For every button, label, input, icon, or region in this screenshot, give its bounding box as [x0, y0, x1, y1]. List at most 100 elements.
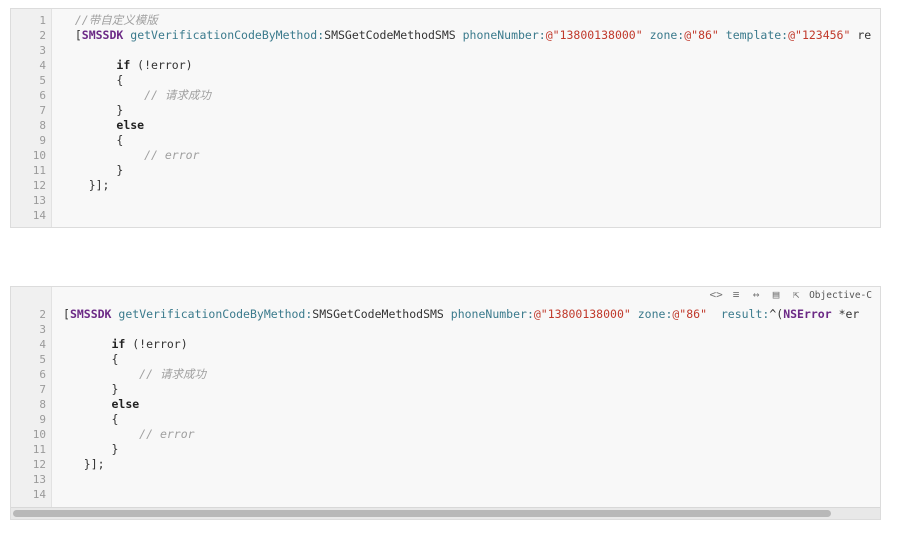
horizontal-scrollbar[interactable] — [11, 507, 880, 519]
code-token: else — [111, 397, 140, 411]
code-token: SMSGetCodeMethodSMS — [312, 307, 451, 321]
line-number: 8 — [39, 398, 46, 411]
code-token: ^( — [769, 307, 784, 321]
code-line: 12 }]; — [11, 178, 880, 193]
copy-icon[interactable]: ▤ — [769, 289, 783, 300]
code-token: }]; — [63, 457, 105, 471]
code-line: 14 — [11, 208, 880, 223]
code-token: re — [850, 28, 872, 42]
code-token: (!error) — [125, 337, 188, 351]
code-token: phoneNumber: — [450, 307, 534, 321]
line-source: } — [61, 103, 123, 118]
line-number: 3 — [39, 323, 46, 336]
code-token: (!error) — [130, 58, 193, 72]
scrollbar-thumb[interactable] — [13, 510, 831, 517]
code-token: @"123456" — [788, 28, 851, 42]
view-source-icon[interactable]: <> — [709, 289, 723, 300]
code-lines: 2 [SMSSDK getVerificationCodeByMethod:SMS… — [11, 307, 880, 502]
code-line: 14 — [11, 487, 880, 502]
code-line: 4 if (!error) — [11, 58, 880, 73]
line-number: 14 — [32, 209, 46, 222]
code-block-1: 1 //带自定义模版 2 [SMSSDK getVerificationCodeB… — [10, 8, 881, 228]
code-line: 3 — [11, 322, 880, 337]
line-source: else — [61, 118, 144, 133]
code-line: 7 } — [11, 103, 880, 118]
line-number: 10 — [32, 149, 46, 162]
line-source: } — [63, 382, 118, 397]
line-source: if (!error) — [63, 337, 188, 352]
code-token: result: — [720, 307, 770, 321]
code-token: if — [116, 58, 131, 72]
code-line: 11 } — [11, 442, 880, 457]
line-number: 5 — [39, 74, 46, 87]
code-token: getVerificationCodeByMethod: — [118, 307, 313, 321]
code-token: } — [61, 163, 124, 177]
code-token: *er — [831, 307, 860, 321]
line-number: 4 — [39, 59, 46, 72]
line-source: // error — [61, 148, 199, 163]
code-line: 5 { — [11, 352, 880, 367]
code-token: { — [63, 352, 119, 366]
code-token: [ — [63, 307, 70, 321]
code-line: 6 // 请求成功 — [11, 88, 880, 103]
wrap-lines-icon[interactable]: ≡ — [729, 289, 743, 300]
line-number: 9 — [39, 413, 46, 426]
code-token: // 请求成功 — [144, 88, 211, 102]
expand-icon[interactable]: ↔ — [749, 289, 763, 300]
line-number: 12 — [32, 458, 46, 471]
line-source: }]; — [63, 457, 105, 472]
line-source: } — [63, 442, 118, 457]
code-token: { — [63, 412, 119, 426]
line-number: 6 — [39, 89, 46, 102]
line-number: 11 — [32, 443, 46, 456]
line-number: 13 — [32, 473, 46, 486]
code-line: 8 else — [11, 118, 880, 133]
code-line: 8 else — [11, 397, 880, 412]
line-source: // 请求成功 — [61, 88, 211, 103]
code-line: 9 { — [11, 133, 880, 148]
code-token: else — [116, 118, 145, 132]
code-token: @"13800138000" — [533, 307, 631, 321]
line-source: { — [63, 352, 118, 367]
code-lines: 1 //带自定义模版 2 [SMSSDK getVerificationCodeB… — [11, 13, 880, 223]
line-number: 14 — [32, 488, 46, 501]
code-line: 11 } — [11, 163, 880, 178]
code-token: SMSSDK — [69, 307, 112, 321]
line-number: 6 — [39, 368, 46, 381]
code-line: 2 [SMSSDK getVerificationCodeByMethod:SMS… — [11, 307, 880, 322]
code-line: 4 if (!error) — [11, 337, 880, 352]
code-token: //带自定义模版 — [61, 13, 158, 27]
code-line: 3 — [11, 43, 880, 58]
language-label: Objective-C — [809, 289, 872, 301]
code-token: // 请求成功 — [139, 367, 206, 381]
code-token: { — [61, 73, 124, 87]
line-source: if (!error) — [61, 58, 193, 73]
code-token: }]; — [61, 178, 110, 192]
line-number: 10 — [32, 428, 46, 441]
code-token: NSError — [783, 307, 832, 321]
line-number: 2 — [39, 308, 46, 321]
code-token: // error — [144, 148, 200, 162]
line-source: { — [61, 73, 123, 88]
code-token: [ — [61, 28, 82, 42]
line-number: 1 — [39, 14, 46, 27]
code-line: 5 { — [11, 73, 880, 88]
line-source: } — [61, 163, 123, 178]
code-token: // error — [139, 427, 195, 441]
code-token: @"13800138000" — [545, 28, 643, 42]
line-number: 9 — [39, 134, 46, 147]
line-source: { — [63, 412, 118, 427]
code-line: 12 }]; — [11, 457, 880, 472]
line-source: //带自定义模版 — [61, 13, 158, 28]
line-source: [SMSSDK getVerificationCodeByMethod:SMSG… — [63, 307, 859, 322]
code-block-2: <> ≡ ↔ ▤ ⇱ Objective-C 2 [SMSSDK getVerif… — [10, 286, 881, 520]
code-token: } — [63, 442, 119, 456]
code-line: 13 — [11, 472, 880, 487]
popup-icon[interactable]: ⇱ — [789, 289, 803, 300]
code-line: 10 // error — [11, 148, 880, 163]
line-source: }]; — [61, 178, 110, 193]
